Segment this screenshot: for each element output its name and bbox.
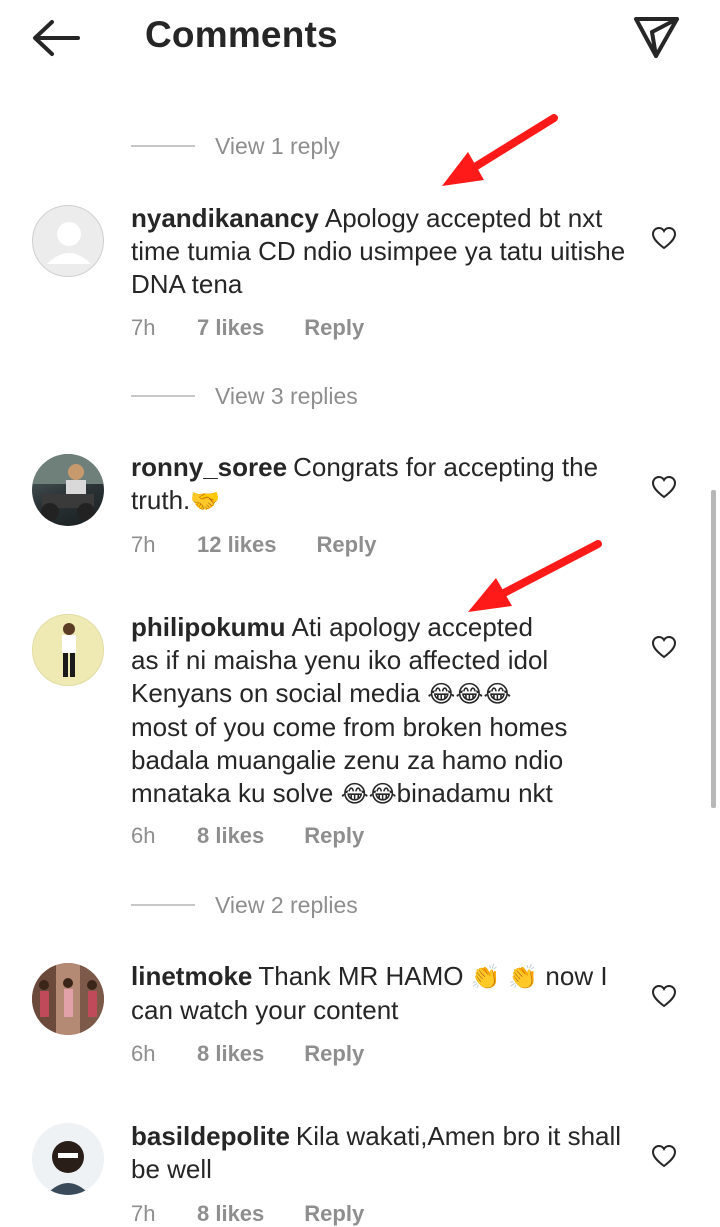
likes-count[interactable]: 7 likes xyxy=(197,315,264,341)
view-replies-button[interactable]: View 2 replies xyxy=(131,890,358,920)
heart-outline-icon[interactable] xyxy=(651,1144,677,1168)
view-replies-label: View 3 replies xyxy=(215,382,358,409)
avatar[interactable] xyxy=(32,205,104,277)
view-replies-label: View 2 replies xyxy=(215,891,358,918)
comment-username[interactable]: linetmoke xyxy=(131,961,252,991)
comment-meta: 6h 8 likes Reply xyxy=(131,1041,364,1067)
scrollbar[interactable] xyxy=(711,490,716,808)
top-bar: Comments xyxy=(0,0,720,78)
heart-outline-icon[interactable] xyxy=(651,226,677,250)
view-replies-button[interactable]: View 1 reply xyxy=(131,131,340,161)
avatar[interactable] xyxy=(32,454,104,526)
comment-meta: 7h 7 likes Reply xyxy=(131,315,364,341)
reply-button[interactable]: Reply xyxy=(304,1201,364,1227)
comment-body: binadamu nkt xyxy=(396,778,553,808)
comment-username[interactable]: nyandikanancy xyxy=(131,203,319,233)
avatar-photo xyxy=(32,963,104,1035)
default-avatar-icon xyxy=(47,222,91,264)
annotation-arrow xyxy=(442,114,558,186)
laughing-emoji: 😂😂 xyxy=(340,780,397,808)
divider xyxy=(131,145,195,147)
avatar[interactable] xyxy=(32,614,104,686)
comment-body: Thank MR HAMO xyxy=(258,961,464,991)
comment-time: 6h xyxy=(131,1041,156,1066)
back-arrow-icon[interactable] xyxy=(30,18,82,58)
clapping-emoji: 👏 👏 xyxy=(470,963,539,991)
likes-count[interactable]: 8 likes xyxy=(197,823,264,849)
divider xyxy=(131,904,195,906)
heart-outline-icon[interactable] xyxy=(651,635,677,659)
view-replies-button[interactable]: View 3 replies xyxy=(131,381,358,411)
comment-meta: 7h 12 likes Reply xyxy=(131,532,376,558)
comment-username[interactable]: ronny_soree xyxy=(131,452,287,482)
heart-outline-icon[interactable] xyxy=(651,475,677,499)
comment-time: 6h xyxy=(131,823,156,848)
comment-meta: 6h 8 likes Reply xyxy=(131,823,364,849)
laughing-emoji: 😂😂😂 xyxy=(427,680,512,708)
comment-body: most of you come from broken homes xyxy=(131,712,568,742)
annotation-arrow xyxy=(468,540,602,612)
comment-text: nyandikanancy Apology accepted bt nxt tim… xyxy=(131,202,631,301)
avatar[interactable] xyxy=(32,1123,104,1195)
comment-text: linetmoke Thank MR HAMO 👏 👏 now I can wat… xyxy=(131,960,631,1027)
comment-body: Ati apology accepted xyxy=(291,612,533,642)
comment-username[interactable]: basildepolite xyxy=(131,1121,290,1151)
avatar-photo xyxy=(32,1123,104,1195)
send-icon[interactable] xyxy=(632,14,680,60)
avatar[interactable] xyxy=(32,963,104,1035)
comment-body: as if ni maisha yenu iko affected idol xyxy=(131,645,549,675)
comment-text: philipokumu Ati apology accepted as if ni… xyxy=(131,611,631,811)
reply-button[interactable]: Reply xyxy=(317,532,377,558)
reply-button[interactable]: Reply xyxy=(304,823,364,849)
likes-count[interactable]: 12 likes xyxy=(197,532,277,558)
comment-body: badala muangalie zenu za hamo ndio xyxy=(131,745,564,775)
handshake-emoji: 🤝 xyxy=(190,487,221,515)
avatar-photo xyxy=(33,615,103,685)
comment-username[interactable]: philipokumu xyxy=(131,612,286,642)
comment-body: mnataka ku solve xyxy=(131,778,334,808)
likes-count[interactable]: 8 likes xyxy=(197,1041,264,1067)
reply-button[interactable]: Reply xyxy=(304,1041,364,1067)
comment-meta: 7h 8 likes Reply xyxy=(131,1201,364,1227)
comment-text: ronny_soree Congrats for accepting the tr… xyxy=(131,451,631,518)
likes-count[interactable]: 8 likes xyxy=(197,1201,264,1227)
page-title: Comments xyxy=(145,14,338,55)
comment-time: 7h xyxy=(131,532,156,557)
comment-body: Kenyans on social media xyxy=(131,678,421,708)
comment-text: basildepolite Kila wakati,Amen bro it sha… xyxy=(131,1120,631,1186)
comment-time: 7h xyxy=(131,1201,156,1226)
reply-button[interactable]: Reply xyxy=(304,315,364,341)
avatar-photo xyxy=(32,454,104,521)
divider xyxy=(131,395,195,397)
heart-outline-icon[interactable] xyxy=(651,984,677,1008)
comment-time: 7h xyxy=(131,315,156,340)
view-replies-label: View 1 reply xyxy=(215,132,340,159)
